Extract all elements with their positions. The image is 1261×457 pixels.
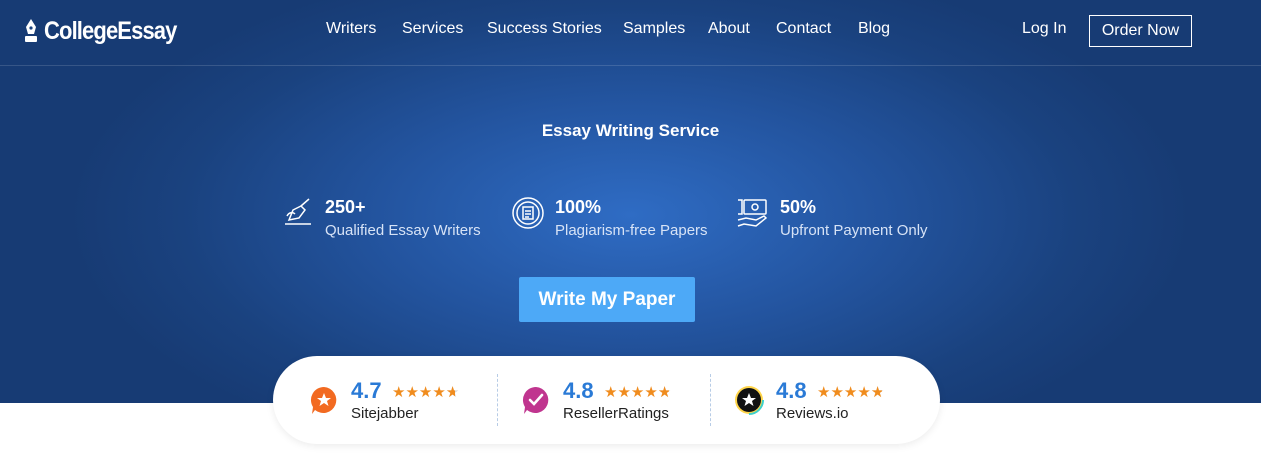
stat-payment-value: 50%	[780, 197, 817, 217]
sitejabber-name: Sitejabber	[351, 405, 419, 422]
nav-services[interactable]: Services	[402, 20, 463, 38]
site-logo[interactable]: CollegeEssay	[22, 14, 195, 48]
star-full-icon: ★	[432, 384, 446, 401]
sitejabber-stars: ★★★★★ ★	[392, 383, 459, 401]
certified-document-icon	[512, 197, 544, 229]
star-full-icon: ★	[857, 384, 871, 401]
star-partial-icon: ★ ★	[870, 384, 885, 401]
nav-samples[interactable]: Samples	[623, 20, 685, 38]
rating-sitejabber[interactable]: 4.7 ★★★★★ ★ Sitejabber	[309, 374, 489, 426]
rating-divider	[497, 374, 498, 426]
stat-payment-label: Upfront Payment Only	[780, 222, 928, 239]
nav-about[interactable]: About	[708, 20, 750, 38]
nav-success-stories[interactable]: Success Stories	[487, 20, 602, 38]
reviews-io-icon	[734, 385, 764, 415]
stat-plagiarism-label: Plagiarism-free Papers	[555, 222, 708, 239]
sitejabber-icon	[310, 386, 337, 414]
star-full-icon: ★	[604, 384, 618, 401]
star-full-icon: ★	[392, 384, 406, 401]
stat-writers: 250+ Qualified Essay Writers	[281, 194, 481, 242]
resellerratings-stars: ★★★★★ ★	[604, 383, 671, 401]
star-full-icon: ★	[830, 384, 844, 401]
nav-blog[interactable]: Blog	[858, 20, 890, 38]
hero-section: CollegeEssay Writers Services Success St…	[0, 0, 1261, 403]
rating-resellerratings[interactable]: 4.8 ★★★★★ ★ ResellerRatings	[521, 374, 711, 426]
stat-writers-label: Qualified Essay Writers	[325, 222, 481, 239]
stat-payment: 50% Upfront Payment Only	[736, 194, 928, 242]
reviews-io-name: Reviews.io	[776, 405, 849, 422]
ratings-bar: 4.7 ★★★★★ ★ Sitejabber 4.8 ★★★★★ ★ Reselle…	[273, 356, 940, 444]
stat-plagiarism-value: 100%	[555, 197, 602, 217]
star-full-icon: ★	[644, 384, 658, 401]
resellerratings-score: 4.8	[563, 378, 594, 403]
star-partial-icon: ★ ★	[445, 384, 460, 401]
reviews-io-stars: ★★★★★ ★	[817, 383, 884, 401]
star-full-icon: ★	[817, 384, 831, 401]
hero-title: Essay Writing Service	[541, 121, 720, 140]
star-partial-icon: ★ ★	[657, 384, 672, 401]
resellerratings-icon	[522, 386, 549, 414]
star-full-icon: ★	[418, 384, 433, 401]
writing-hand-icon	[285, 198, 311, 225]
reviews-io-score: 4.8	[776, 378, 807, 403]
nav-writers[interactable]: Writers	[326, 20, 376, 38]
star-full-icon: ★	[843, 384, 858, 401]
logo-text: CollegeEssay	[44, 16, 177, 45]
login-link[interactable]: Log In	[1022, 20, 1066, 38]
resellerratings-name: ResellerRatings	[563, 405, 669, 422]
sitejabber-score: 4.7	[351, 378, 382, 403]
order-now-button[interactable]: Order Now	[1089, 15, 1192, 47]
top-navigation-bar: CollegeEssay Writers Services Success St…	[0, 0, 1261, 66]
stat-plagiarism: 100% Plagiarism-free Papers	[511, 194, 708, 242]
write-my-paper-button[interactable]: Write My Paper	[519, 277, 695, 322]
star-full-icon: ★	[630, 384, 645, 401]
pen-nib-icon	[25, 19, 37, 42]
hand-money-icon	[737, 199, 768, 227]
star-full-icon: ★	[405, 384, 419, 401]
nav-contact[interactable]: Contact	[776, 20, 831, 38]
rating-divider	[710, 374, 711, 426]
rating-reviews-io[interactable]: 4.8 ★★★★★ ★ Reviews.io	[734, 374, 914, 426]
star-full-icon: ★	[617, 384, 631, 401]
stat-writers-value: 250+	[325, 197, 366, 217]
